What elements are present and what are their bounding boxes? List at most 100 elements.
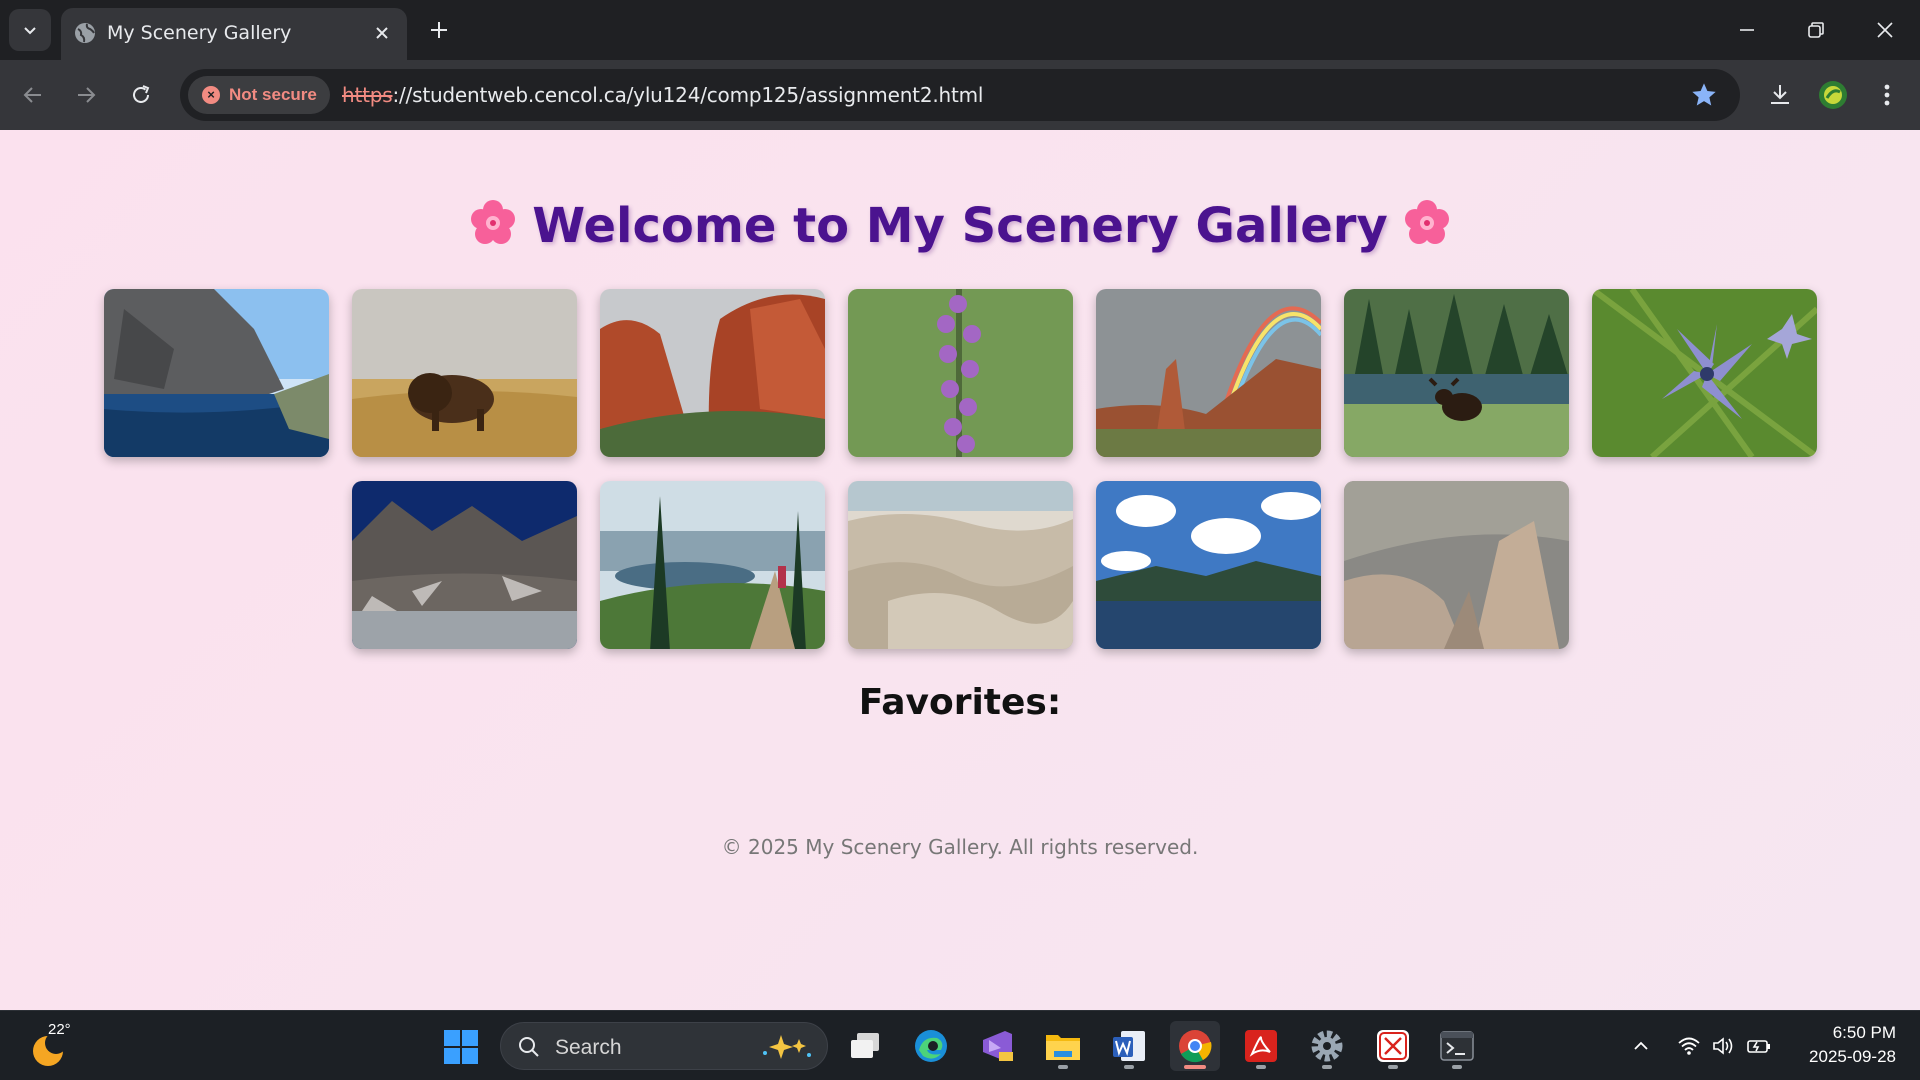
photo-badlands[interactable] [847, 481, 1073, 649]
close-icon [1877, 22, 1893, 38]
new-tab-icon[interactable] [425, 16, 453, 44]
volume-status[interactable] [1710, 1033, 1736, 1059]
security-label: Not secure [229, 85, 317, 104]
url-path: ://studentweb.cencol.ca/ylu124/comp125/a… [392, 83, 984, 107]
web-page: Welcome to My Scenery Gallery Favorites:… [0, 130, 1920, 1010]
settings-app[interactable] [1302, 1021, 1352, 1071]
back-button[interactable] [18, 80, 48, 110]
speaker-icon [1713, 1037, 1733, 1055]
photo-blue-wildflower[interactable] [1591, 289, 1817, 457]
search-placeholder: Search [555, 1036, 622, 1059]
battery-status[interactable] [1746, 1033, 1772, 1059]
show-hidden-icons-button[interactable] [1628, 1033, 1654, 1059]
tab-search-button[interactable] [9, 9, 51, 51]
cherry-blossom-icon [1404, 200, 1449, 244]
running-indicator [1452, 1065, 1462, 1069]
visual-studio-icon [983, 1031, 1013, 1061]
photo-purple-orchid[interactable] [847, 289, 1073, 457]
edge-icon [915, 1030, 947, 1062]
url-text[interactable]: https://studentweb.cencol.ca/ylu124/comp… [342, 83, 983, 107]
running-indicator [1058, 1065, 1068, 1069]
running-indicator [1184, 1065, 1206, 1069]
chrome-app[interactable] [1170, 1021, 1220, 1071]
terminal-app[interactable] [1432, 1021, 1482, 1071]
word-icon [1113, 1031, 1145, 1061]
taskbar: 22° Search 6:50 PM 2025-09-28 [0, 1010, 1920, 1080]
edge-app[interactable] [906, 1021, 956, 1071]
file-explorer-app[interactable] [1038, 1021, 1088, 1071]
close-window-button[interactable] [1869, 14, 1901, 46]
restore-icon [1808, 22, 1824, 38]
running-indicator [1388, 1065, 1398, 1069]
arrow-right-icon [78, 87, 96, 103]
gallery-row [0, 481, 1920, 649]
photo-snowy-mountain-lake[interactable] [351, 481, 577, 649]
photo-hiker-trail[interactable] [599, 481, 825, 649]
photo-red-rocks[interactable] [599, 289, 825, 457]
photo-lake-cliff[interactable] [103, 289, 329, 457]
clock-date: 2025-09-28 [1809, 1047, 1896, 1066]
favorites-heading: Favorites: [858, 682, 1062, 723]
running-indicator [1256, 1065, 1266, 1069]
photo-bison-prairie[interactable] [351, 289, 577, 457]
task-view-icon [851, 1033, 879, 1058]
menu-button[interactable] [1872, 80, 1902, 110]
address-bar[interactable]: × Not secure https://studentweb.cencol.c… [180, 69, 1740, 121]
search-icon [519, 1037, 539, 1057]
visual-studio-app[interactable] [972, 1021, 1022, 1071]
arrow-left-icon [23, 87, 41, 103]
acrobat-app[interactable] [1236, 1021, 1286, 1071]
browser-toolbar: × Not secure https://studentweb.cencol.c… [0, 60, 1920, 130]
system-clock[interactable]: 6:50 PM 2025-09-28 [1809, 1021, 1896, 1069]
temperature-label: 22° [48, 1021, 71, 1038]
tab-title: My Scenery Gallery [107, 22, 292, 44]
chrome-icon [1179, 1030, 1212, 1063]
browser-tab[interactable]: My Scenery Gallery [61, 8, 407, 60]
restore-button[interactable] [1800, 14, 1832, 46]
gallery-row [0, 289, 1920, 457]
copilot-sparkle-icon [763, 1035, 811, 1059]
wifi-icon [1678, 1037, 1700, 1055]
wifi-status[interactable] [1676, 1033, 1702, 1059]
bookmark-star-icon[interactable] [1690, 81, 1718, 109]
downloads-button[interactable] [1765, 80, 1795, 110]
page-title: Welcome to My Scenery Gallery [0, 198, 1920, 254]
tab-bar: My Scenery Gallery [0, 0, 1920, 60]
globe-icon [75, 23, 95, 43]
photo-rocky-cliff[interactable] [1343, 481, 1569, 649]
url-scheme: https [342, 83, 393, 107]
close-tab-icon[interactable] [371, 22, 393, 44]
avatar [1819, 81, 1847, 109]
download-icon [1771, 85, 1789, 104]
chevron-up-icon [1634, 1041, 1648, 1050]
snip-app[interactable] [1368, 1021, 1418, 1071]
acrobat-icon [1245, 1030, 1277, 1062]
taskbar-search[interactable]: Search [500, 1022, 828, 1070]
word-app[interactable] [1104, 1021, 1154, 1071]
task-view-button[interactable] [840, 1021, 890, 1071]
photo-gallery [0, 289, 1920, 673]
folder-icon [1046, 1035, 1080, 1060]
photo-moose-forest[interactable] [1343, 289, 1569, 457]
windows-start-icon[interactable] [443, 1029, 479, 1065]
photo-cloudy-lake[interactable] [1095, 481, 1321, 649]
reload-button[interactable] [126, 80, 156, 110]
heading-text: Welcome to My Scenery Gallery [532, 198, 1388, 254]
clock-time: 6:50 PM [1832, 1023, 1896, 1042]
forward-button[interactable] [71, 80, 101, 110]
reload-icon [133, 85, 150, 103]
profile-button[interactable] [1818, 80, 1848, 110]
battery-charging-icon [1747, 1040, 1770, 1053]
running-indicator [1124, 1065, 1134, 1069]
not-secure-icon: × [202, 86, 220, 104]
kebab-menu-icon [1884, 84, 1890, 106]
minimize-button[interactable] [1731, 14, 1763, 46]
photo-rainbow-canyon[interactable] [1095, 289, 1321, 457]
minimize-icon [1740, 29, 1754, 31]
gear-icon [1311, 1030, 1343, 1062]
cherry-blossom-icon [471, 200, 516, 244]
page-footer: © 2025 My Scenery Gallery. All rights re… [721, 835, 1199, 859]
terminal-icon [1440, 1031, 1474, 1061]
security-chip[interactable]: × Not secure [188, 76, 330, 114]
running-indicator [1322, 1065, 1332, 1069]
